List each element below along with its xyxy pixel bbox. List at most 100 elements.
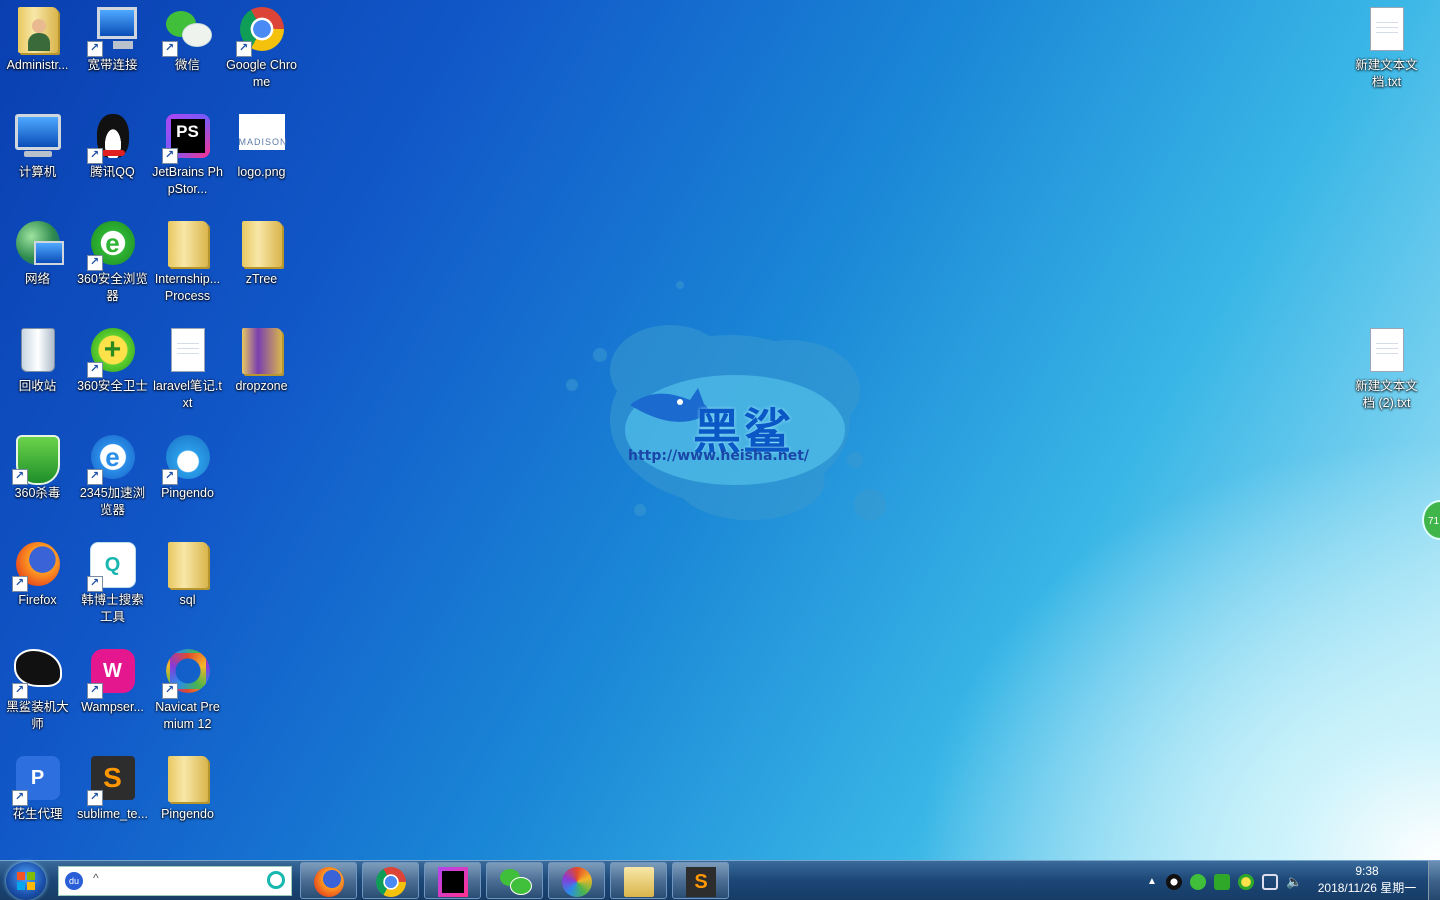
desktop-icon-sublime[interactable]: S ↗ sublime_te...: [75, 749, 150, 823]
desktop-icon-360-antivirus[interactable]: ↗ 360杀毒: [0, 428, 75, 502]
360-antivirus-icon: ↗: [11, 435, 62, 485]
peanut-proxy-icon: P ↗: [11, 756, 62, 806]
desktop-icon-pingendo-app[interactable]: ↗ Pingendo: [150, 428, 225, 502]
wechat-tray-icon[interactable]: [1190, 874, 1206, 890]
desktop-icon-label: 韩博士搜索工具: [81, 593, 144, 624]
desktop-icon-administrator[interactable]: Administr...: [0, 0, 75, 74]
desktop-icon-search-tool[interactable]: Q ↗ 韩博士搜索工具: [75, 535, 150, 626]
360-tray-icon[interactable]: [1238, 874, 1254, 890]
folder-icon: [624, 867, 654, 897]
windows-logo-icon: [17, 872, 35, 890]
firefox-icon: [314, 867, 344, 897]
desktop-icon-broadband[interactable]: ↗ 宽带连接: [75, 0, 150, 74]
desktop-icon-pingendo-folder[interactable]: Pingendo: [150, 749, 225, 823]
start-button[interactable]: [6, 862, 46, 900]
desktop-icon-firefox[interactable]: ↗ Firefox: [0, 535, 75, 609]
taskbar-search-input[interactable]: [107, 870, 261, 892]
desktop-icon-network[interactable]: 网络: [0, 214, 75, 288]
clock-date: 2018/11/26 星期一: [1317, 881, 1417, 895]
desktop-icon-label: 新建文本文档.txt: [1355, 58, 1418, 89]
desktop-icon-chrome[interactable]: ↗ Google Chrome: [224, 0, 299, 91]
navicat-icon: [562, 867, 592, 897]
desktop-icon-label: Wampser...: [81, 700, 144, 714]
baidu-search-box[interactable]: du ^: [58, 866, 292, 896]
network-icon: [14, 221, 64, 269]
desktop-icon-navicat[interactable]: ↗ Navicat Premium 12: [150, 642, 225, 733]
desktop-icon-logo-png[interactable]: MADISON logo.png: [224, 107, 299, 181]
desktop-icon-dropzone-folder[interactable]: dropzone: [224, 321, 299, 395]
desktop-icon-laravel-notes[interactable]: laravel笔记.txt: [150, 321, 225, 412]
desktop-icon-computer[interactable]: 计算机: [0, 107, 75, 181]
desktop-icon-label: Navicat Premium 12: [155, 700, 220, 731]
desktop-icon-360-security[interactable]: + ↗ 360安全卫士: [75, 321, 150, 395]
sublime-text-icon: S ↗: [86, 756, 137, 806]
user-folder-icon: [14, 7, 62, 55]
system-tray: ▲ 🔈: [1140, 861, 1310, 900]
qq-icon: ↗: [86, 114, 137, 164]
folder-icon: [164, 756, 212, 804]
firefox-icon: ↗: [11, 542, 62, 592]
folder-icon: [238, 221, 286, 269]
search-icon[interactable]: [267, 871, 285, 889]
chevron-up-icon[interactable]: ▲: [1144, 874, 1160, 890]
desktop-icon-label: Internship... Process: [154, 272, 221, 303]
desktop[interactable]: 黑鲨 http://www.heisha.net/ Administr... 计…: [0, 0, 1440, 860]
desktop-icon-heisha[interactable]: ↗ 黑鲨装机大师: [0, 642, 75, 733]
desktop-icon-label: sql: [179, 593, 196, 607]
desktop-icon-label: zTree: [245, 272, 278, 286]
taskbar-navicat[interactable]: [548, 862, 605, 899]
desktop-icon-recycle-bin[interactable]: 回收站: [0, 321, 75, 395]
taskbar-firefox[interactable]: [300, 862, 357, 899]
desktop-icon-label: dropzone: [235, 379, 288, 393]
desktop-icon-360-browser[interactable]: e ↗ 360安全浏览器: [75, 214, 150, 305]
taskbar-sublime-text[interactable]: S: [672, 862, 729, 899]
desktop-icon-wechat[interactable]: ↗ 微信: [150, 0, 225, 74]
floating-speed-ball[interactable]: 71: [1422, 500, 1440, 540]
desktop-icon-label: JetBrains PhpStor...: [152, 165, 223, 196]
desktop-icon-qq[interactable]: ↗ 腾讯QQ: [75, 107, 150, 181]
volume-icon[interactable]: 🔈: [1286, 874, 1302, 890]
desktop-icon-internship-folder[interactable]: Internship... Process: [150, 214, 225, 305]
desktop-icon-peanut-proxy[interactable]: P ↗ 花生代理: [0, 749, 75, 823]
taskbar-clock[interactable]: 9:38 2018/11/26 星期一: [1310, 863, 1424, 897]
desktop-icon-label: logo.png: [237, 165, 286, 179]
show-desktop-button[interactable]: [1428, 861, 1440, 900]
2345-browser-icon: e ↗: [86, 435, 137, 485]
phpstorm-icon: [438, 867, 468, 897]
phpstorm-icon: PS ↗: [161, 114, 212, 164]
taskbar-wechat[interactable]: [486, 862, 543, 899]
text-file-icon: [1363, 328, 1411, 376]
desktop-icon-ztree-folder[interactable]: zTree: [224, 214, 299, 288]
taskbar-chrome[interactable]: [362, 862, 419, 899]
desktop-icon-label: Google Chrome: [226, 58, 297, 89]
desktop-icon-2345-browser[interactable]: e ↗ 2345加速浏览器: [75, 428, 150, 519]
desktop-icon-label: 网络: [24, 272, 50, 286]
wampserver-tray-icon[interactable]: [1214, 874, 1230, 890]
search-tool-icon: Q ↗: [86, 542, 137, 592]
folder-icon: [164, 221, 212, 269]
desktop-icon-label: 计算机: [18, 165, 57, 179]
desktop-icon-wampserver[interactable]: W ↗ Wampser...: [75, 642, 150, 716]
pingendo-icon: ↗: [161, 435, 212, 485]
heisha-shark-icon: ↗: [11, 649, 62, 699]
desktop-icon-sql-folder[interactable]: sql: [150, 535, 225, 609]
taskbar-phpstorm[interactable]: [424, 862, 481, 899]
qq-tray-icon[interactable]: [1166, 874, 1182, 890]
desktop-icon-label: 新建文本文档 (2).txt: [1355, 379, 1418, 410]
desktop-icon-label: 2345加速浏览器: [79, 486, 146, 517]
network-tray-icon[interactable]: [1262, 874, 1278, 890]
chevron-up-icon[interactable]: ^: [93, 871, 99, 885]
broadband-connection-icon: ↗: [86, 7, 137, 57]
taskbar: du ^ S ▲ 🔈 9:38 2018/11/26 星期一: [0, 860, 1440, 900]
desktop-icon-label: Pingendo: [161, 486, 214, 500]
desktop-icon-phpstorm[interactable]: PS ↗ JetBrains PhpStor...: [150, 107, 225, 198]
desktop-icon-label: 回收站: [18, 379, 57, 393]
clock-time: 9:38: [1355, 864, 1379, 878]
taskbar-file-explorer[interactable]: [610, 862, 667, 899]
navicat-icon: ↗: [161, 649, 212, 699]
computer-icon: [14, 114, 62, 162]
desktop-icon-new-text-doc[interactable]: 新建文本文档.txt: [1349, 0, 1424, 91]
sublime-text-icon: S: [686, 867, 716, 897]
image-file-icon: MADISON: [238, 114, 287, 162]
desktop-icon-new-text-doc-2[interactable]: 新建文本文档 (2).txt: [1349, 321, 1424, 412]
